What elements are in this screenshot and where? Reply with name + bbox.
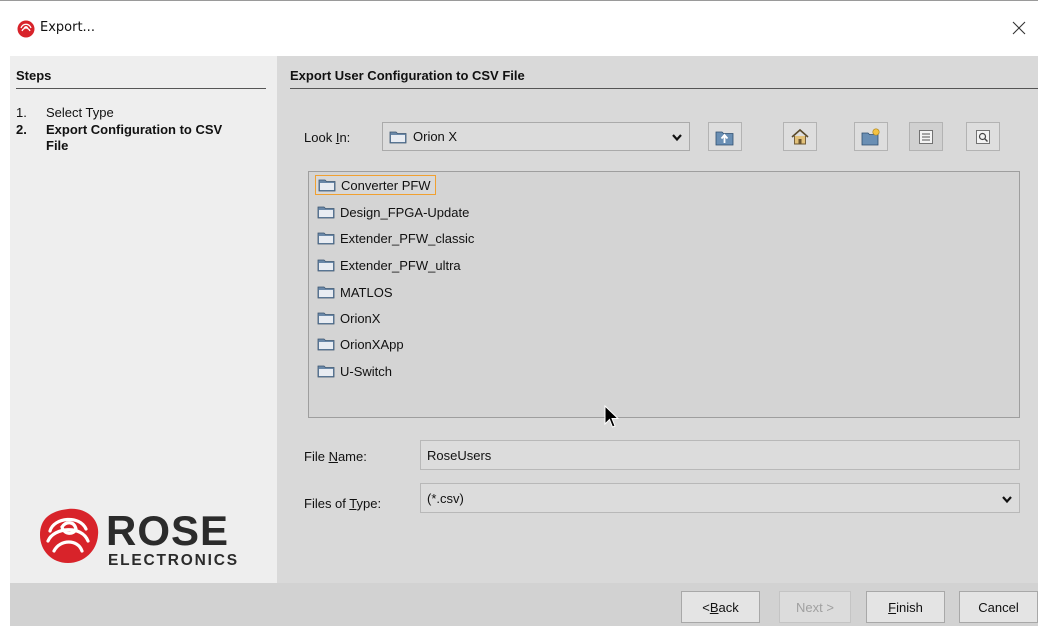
file-name: Extender_PFW_classic — [340, 230, 475, 246]
list-item[interactable]: Design_FPGA-Update — [315, 202, 473, 222]
file-name-field[interactable] — [420, 440, 1020, 470]
folder-icon — [317, 286, 335, 299]
details-view-button[interactable] — [966, 122, 1000, 151]
file-type-value: (*.csv) — [427, 490, 464, 506]
logo-sub-text: ELECTRONICS — [108, 552, 239, 569]
steps-divider — [16, 88, 266, 89]
list-item[interactable]: U-Switch — [315, 361, 396, 381]
chevron-down-icon — [1002, 496, 1012, 504]
list-item[interactable]: Converter PFW — [315, 175, 436, 195]
list-item[interactable]: MATLOS — [315, 282, 397, 302]
rose-app-icon — [17, 20, 35, 38]
folder-icon — [317, 206, 335, 219]
file-name: MATLOS — [340, 284, 393, 300]
main-panel: Export User Configuration to CSV File Lo… — [277, 56, 1038, 583]
file-type-label: Files of Type: — [304, 496, 382, 511]
next-button[interactable]: Next > — [779, 591, 851, 623]
home-icon — [791, 128, 809, 144]
folder-icon — [389, 131, 407, 143]
cancel-button[interactable]: Cancel — [959, 591, 1038, 623]
mouse-pointer-icon — [604, 405, 620, 428]
file-name: U-Switch — [340, 363, 393, 379]
list-view-icon — [919, 129, 933, 144]
file-name: OrionXApp — [340, 336, 404, 352]
up-one-level-button[interactable] — [708, 122, 742, 151]
list-item[interactable]: Extender_PFW_ultra — [315, 255, 465, 275]
folder-icon — [317, 365, 335, 378]
step-item-select-type: 1. Select Type — [16, 105, 246, 121]
folder-icon — [317, 312, 335, 325]
rose-logo-icon — [40, 508, 99, 563]
step-number: 2. — [16, 122, 27, 137]
file-name: Design_FPGA-Update — [340, 204, 470, 220]
new-folder-button[interactable] — [854, 122, 888, 151]
steps-title: Steps — [16, 68, 52, 83]
step-label: Select Type — [46, 105, 114, 120]
list-item[interactable]: OrionX — [315, 308, 384, 328]
file-name-label: File Name: — [304, 449, 367, 464]
new-folder-icon — [861, 127, 880, 145]
page-title: Export User Configuration to CSV File — [290, 68, 525, 83]
folder-icon — [318, 179, 336, 192]
back-button[interactable]: < Back — [681, 591, 760, 623]
file-name: Extender_PFW_ultra — [340, 257, 461, 273]
chevron-down-icon — [672, 134, 682, 142]
folder-icon — [317, 259, 335, 272]
button-bar: < Back Next > Finish Cancel — [10, 583, 1038, 626]
file-type-select[interactable]: (*.csv) — [420, 483, 1020, 513]
rose-electronics-logo: ROSE ELECTRONICS — [40, 507, 239, 569]
home-button[interactable] — [783, 122, 817, 151]
step-label: Export Configuration to CSV File — [46, 122, 223, 153]
list-item[interactable]: Extender_PFW_classic — [315, 228, 478, 248]
file-list[interactable]: Converter PFW Design_FPGA-Update Extende… — [308, 171, 1020, 418]
finish-button[interactable]: Finish — [866, 591, 945, 623]
file-name: OrionX — [340, 310, 381, 326]
close-icon — [1012, 21, 1026, 35]
heading-divider — [290, 88, 1038, 89]
close-button[interactable] — [1006, 15, 1032, 41]
up-folder-icon — [715, 131, 734, 145]
steps-panel: Steps 1. Select Type 2. Export Configura… — [10, 56, 277, 583]
file-name: Converter PFW — [341, 177, 431, 193]
logo-brand-text: ROSE — [106, 507, 229, 554]
list-view-button[interactable] — [909, 122, 943, 151]
title-bar: Export... — [0, 0, 1038, 56]
step-item-export-configuration: 2. Export Configuration to CSV File — [16, 122, 246, 154]
look-in-label: Look In: — [304, 130, 351, 145]
list-item[interactable]: OrionXApp — [315, 334, 408, 354]
folder-icon — [317, 232, 335, 245]
folder-icon — [317, 338, 335, 351]
details-view-icon — [976, 129, 990, 144]
look-in-select[interactable]: Orion X — [382, 122, 690, 151]
step-number: 1. — [16, 105, 27, 120]
look-in-value: Orion X — [413, 129, 458, 144]
window-title: Export... — [40, 20, 95, 35]
